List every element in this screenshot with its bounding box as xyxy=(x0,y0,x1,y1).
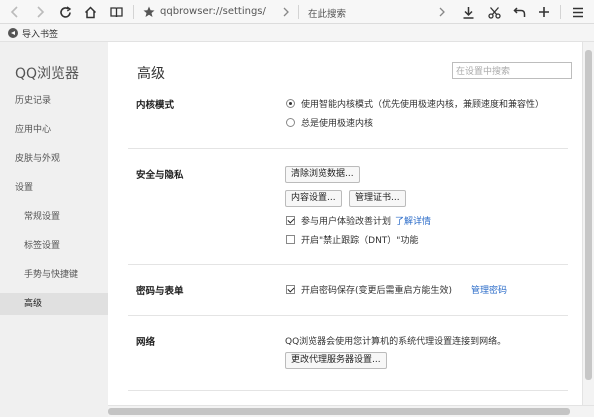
address-bar[interactable]: qqbrowser://settings/ xyxy=(160,6,266,17)
security-section-label: 安全与隐私 xyxy=(136,170,184,181)
browser-toolbar: qqbrowser://settings/ 在此搜索 xyxy=(0,0,594,24)
import-icon[interactable] xyxy=(8,28,18,38)
toolbar-divider xyxy=(298,5,299,19)
undo-icon[interactable] xyxy=(510,3,528,21)
kernel-fast-label: 总是使用极速内核 xyxy=(301,119,374,129)
sidebar-item-history[interactable]: 历史记录 xyxy=(0,90,108,112)
search-dropdown-icon[interactable] xyxy=(433,3,451,21)
kernel-section-label: 内核模式 xyxy=(136,100,175,111)
section-divider xyxy=(128,148,568,149)
settings-sidebar: QQ浏览器 历史记录 应用中心 皮肤与外观 设置 常规设置 标签设置 手势与快捷… xyxy=(0,42,108,417)
password-section-label: 密码与表单 xyxy=(136,286,184,297)
improve-program-checkbox[interactable] xyxy=(286,216,295,225)
vertical-scrollbar[interactable] xyxy=(582,42,594,405)
dnt-checkbox[interactable] xyxy=(286,235,295,244)
sidebar-item-settings[interactable]: 设置 xyxy=(0,177,108,199)
proxy-settings-button[interactable]: 更改代理服务器设置... xyxy=(285,352,387,369)
sidebar-item-general[interactable]: 常规设置 xyxy=(0,206,108,228)
sidebar-title: QQ浏览器 xyxy=(15,66,80,82)
vertical-scroll-thumb[interactable] xyxy=(585,50,592,380)
sidebar-item-app-center[interactable]: 应用中心 xyxy=(0,119,108,141)
section-divider xyxy=(128,390,568,391)
sidebar-item-gestures[interactable]: 手势与快捷键 xyxy=(0,264,108,286)
address-go-icon[interactable] xyxy=(277,3,295,21)
save-password-label: 开启密码保存(变更后需重启方能生效) xyxy=(301,286,453,296)
import-bookmarks-link[interactable]: 导入书签 xyxy=(22,27,58,40)
sidebar-item-skin[interactable]: 皮肤与外观 xyxy=(0,148,108,170)
horizontal-scrollbar[interactable] xyxy=(108,405,594,417)
manage-passwords-link[interactable]: 管理密码 xyxy=(471,283,507,296)
back-icon[interactable] xyxy=(6,3,24,21)
menu-icon[interactable] xyxy=(569,3,587,21)
kernel-fast-radio[interactable] xyxy=(286,118,295,127)
forward-icon[interactable] xyxy=(31,3,49,21)
new-tab-plus-icon[interactable] xyxy=(535,3,553,21)
clear-data-button[interactable]: 清除浏览数据... xyxy=(285,166,360,183)
toolbar-search-input[interactable]: 在此搜索 xyxy=(308,6,346,20)
content-settings-button[interactable]: 内容设置... xyxy=(285,190,342,207)
star-icon[interactable] xyxy=(140,3,158,21)
download-icon[interactable] xyxy=(459,3,477,21)
page-title: 高级 xyxy=(137,66,165,82)
improve-program-label: 参与用户体验改善计划 xyxy=(301,217,392,227)
section-divider xyxy=(128,264,568,265)
kernel-smart-radio[interactable] xyxy=(286,99,295,108)
home-icon[interactable] xyxy=(81,3,99,21)
network-description: QQ浏览器会使用您计算机的系统代理设置连接到网络。 xyxy=(285,337,507,347)
section-divider xyxy=(128,315,568,316)
dnt-label: 开启"禁止跟踪（DNT）"功能 xyxy=(301,236,419,246)
sidebar-item-advanced[interactable]: 高级 xyxy=(0,293,108,315)
refresh-icon[interactable] xyxy=(56,3,74,21)
reader-icon[interactable] xyxy=(107,3,125,21)
sidebar-item-tabs[interactable]: 标签设置 xyxy=(0,235,108,257)
save-password-checkbox[interactable] xyxy=(286,285,295,294)
manage-certs-button[interactable]: 管理证书... xyxy=(349,190,406,207)
toolbar-divider xyxy=(133,5,134,19)
horizontal-scroll-thumb[interactable] xyxy=(108,408,570,415)
kernel-smart-label: 使用智能内核模式（优先使用极速内核，兼顾速度和兼容性） xyxy=(301,100,545,110)
screenshot-scissors-icon[interactable] xyxy=(485,3,503,21)
toolbar-divider xyxy=(560,5,561,19)
settings-main: 高级 内核模式 使用智能内核模式（优先使用极速内核，兼顾速度和兼容性） 总是使用… xyxy=(108,42,582,402)
bookmark-bar: 导入书签 xyxy=(0,24,594,42)
network-section-label: 网络 xyxy=(136,337,156,348)
learn-more-link[interactable]: 了解详情 xyxy=(395,214,431,227)
settings-search-input[interactable] xyxy=(452,62,572,79)
